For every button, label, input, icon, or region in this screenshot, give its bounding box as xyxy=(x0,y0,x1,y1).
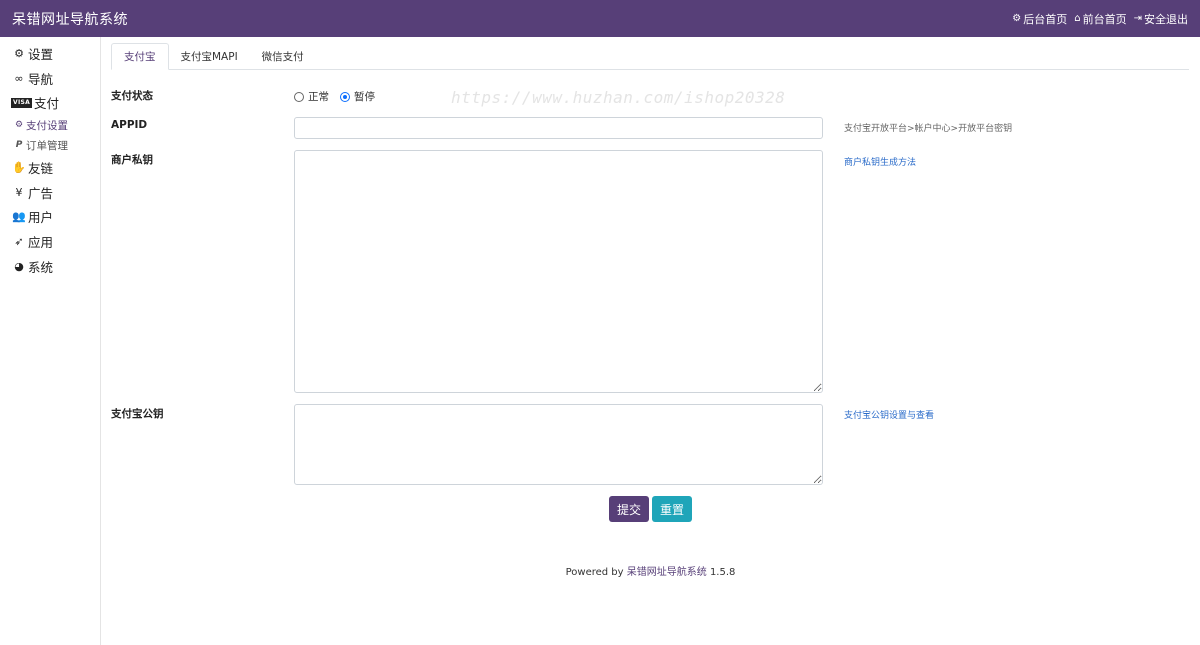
yen-icon: ¥ xyxy=(15,185,23,199)
sidebar-item-label: 设置 xyxy=(28,46,54,62)
status-label: 支付状态 xyxy=(111,90,153,102)
top-navbar: 呆错网址导航系统 ⚙ 后台首页 ⌂ 前台首页 ⇥ 安全退出 xyxy=(0,0,1200,37)
visa-card-icon: VISA xyxy=(11,97,33,108)
footer-product-link[interactable]: 呆错网址导航系统 xyxy=(627,567,707,578)
appid-input[interactable] xyxy=(294,117,823,139)
watermark: https://www.huzhan.com/ishop20328 xyxy=(451,88,786,107)
sidebar-item-label: 广告 xyxy=(28,185,54,201)
sidebar-item-users[interactable]: 👥 用户 xyxy=(0,204,100,229)
home-icon: ⌂ xyxy=(1074,13,1081,24)
admin-home-link[interactable]: ⚙ 后台首页 xyxy=(1012,11,1067,27)
submit-button[interactable]: 提交 xyxy=(609,496,649,522)
sidebar-item-friend-links[interactable]: ✋ 友链 xyxy=(0,155,100,180)
paypal-icon: P xyxy=(15,140,23,151)
sidebar-item-label: 应用 xyxy=(28,234,54,250)
sidebar-subitem-payment-settings[interactable]: ⚙ 支付设置 xyxy=(0,115,100,135)
footer-version: 1.5.8 xyxy=(709,567,736,578)
footer: Powered by 呆错网址导航系统 1.5.8 xyxy=(101,563,1200,578)
tab-alipay-mapi[interactable]: 支付宝MAPI xyxy=(169,43,250,70)
footer-prefix: Powered by xyxy=(565,567,624,578)
status-normal-option[interactable]: 正常 xyxy=(294,89,329,104)
status-paused-option[interactable]: 暂停 xyxy=(340,89,375,104)
tab-wechat-pay[interactable]: 微信支付 xyxy=(250,43,316,70)
private-key-textarea[interactable] xyxy=(294,150,823,393)
sidebar-item-label: 导航 xyxy=(28,71,54,87)
appid-label: APPID xyxy=(111,119,148,131)
main-content: 支付宝 支付宝MAPI 微信支付 xyxy=(111,43,1189,70)
gear-icon: ⚙ xyxy=(14,120,24,131)
handshake-icon: ✋ xyxy=(12,160,26,174)
front-home-link[interactable]: ⌂ 前台首页 xyxy=(1074,11,1126,27)
sidebar-item-navigation[interactable]: ∞ 导航 xyxy=(0,66,100,91)
sidebar-item-payment[interactable]: VISA 支付 xyxy=(0,90,100,115)
sidebar-item-label: 系统 xyxy=(28,259,54,275)
gear-icon: ⚙ xyxy=(1012,13,1022,24)
tab-alipay[interactable]: 支付宝 xyxy=(111,43,169,70)
cogs-icon: ⚙ xyxy=(14,46,24,60)
public-key-label: 支付宝公钥 xyxy=(111,408,164,420)
sidebar-item-ads[interactable]: ¥ 广告 xyxy=(0,180,100,205)
sidebar-item-label: 友链 xyxy=(28,160,54,176)
sidebar-item-label: 支付 xyxy=(34,96,60,112)
users-icon: 👥 xyxy=(12,210,26,224)
appid-hint: 支付宝开放平台>帐户中心>开放平台密钥 xyxy=(844,124,1013,134)
logout-link[interactable]: ⇥ 安全退出 xyxy=(1134,11,1188,27)
front-home-label: 前台首页 xyxy=(1082,12,1127,26)
sidebar-item-apps[interactable]: ➶ 应用 xyxy=(0,229,100,254)
logout-label: 安全退出 xyxy=(1144,12,1188,26)
reset-button[interactable]: 重置 xyxy=(652,496,692,522)
status-radio-group: 正常 暂停 xyxy=(294,89,375,104)
brand-title[interactable]: 呆错网址导航系统 xyxy=(12,9,128,29)
payment-tabs: 支付宝 支付宝MAPI 微信支付 xyxy=(111,43,1189,70)
admin-home-label: 后台首页 xyxy=(1023,12,1068,26)
sidebar-subitem-label: 订单管理 xyxy=(26,139,68,152)
status-normal-label: 正常 xyxy=(308,91,329,103)
status-paused-label: 暂停 xyxy=(354,91,375,103)
rocket-icon: ➶ xyxy=(14,234,24,248)
status-paused-radio[interactable] xyxy=(340,91,350,102)
private-key-help-link[interactable]: 商户私钥生成方法 xyxy=(844,155,916,168)
sign-out-icon: ⇥ xyxy=(1133,13,1142,24)
sidebar-item-system[interactable]: ◕ 系统 xyxy=(0,254,100,279)
sidebar-item-settings[interactable]: ⚙ 设置 xyxy=(0,41,100,66)
sidebar: ⚙ 设置 ∞ 导航 VISA 支付 ⚙ 支付设置 P 订单管理 ✋ 友链 ¥ 广… xyxy=(0,37,101,645)
public-key-textarea[interactable] xyxy=(294,404,823,485)
sidebar-item-label: 用户 xyxy=(28,210,54,226)
top-links: ⚙ 后台首页 ⌂ 前台首页 ⇥ 安全退出 xyxy=(1012,11,1188,27)
status-normal-radio[interactable] xyxy=(294,91,304,102)
sidebar-subitem-label: 支付设置 xyxy=(26,119,68,132)
dashboard-icon: ◕ xyxy=(14,259,24,273)
link-icon: ∞ xyxy=(14,71,24,85)
public-key-help-link[interactable]: 支付宝公钥设置与查看 xyxy=(844,408,934,421)
sidebar-subitem-order-management[interactable]: P 订单管理 xyxy=(0,135,100,155)
private-key-label: 商户私钥 xyxy=(111,154,153,166)
